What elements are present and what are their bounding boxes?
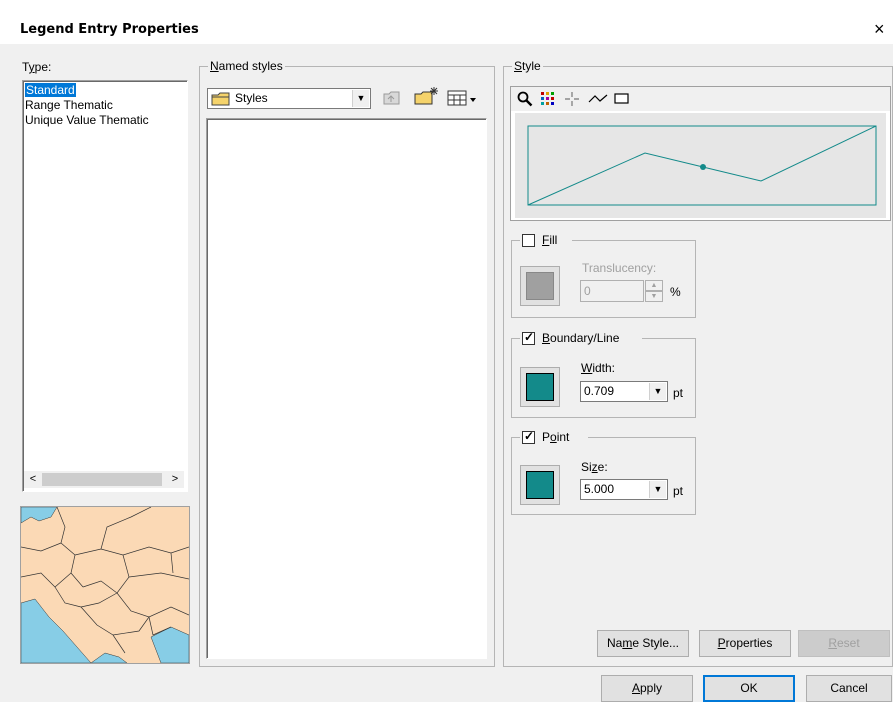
list-item-unique-value-thematic[interactable]: Unique Value Thematic — [25, 113, 149, 128]
close-icon[interactable]: × — [874, 18, 893, 40]
type-list[interactable]: Standard Range Thematic Unique Value The… — [22, 80, 188, 492]
chevron-down-icon[interactable]: ▼ — [649, 383, 666, 400]
cancel-button[interactable]: Cancel — [806, 675, 892, 702]
styles-folder-combo[interactable]: Styles ▼ — [207, 88, 371, 109]
preview-toolbar — [511, 87, 890, 111]
name-style-button[interactable]: Name Style... — [597, 630, 689, 657]
boundary-checkbox[interactable]: ✓ — [522, 330, 535, 345]
size-value: 5.000 — [584, 482, 615, 496]
style-preview-graphic — [527, 125, 877, 206]
crosshair-point-icon[interactable] — [564, 91, 580, 107]
width-combo[interactable]: 0.709 ▼ — [580, 381, 668, 402]
width-label: Width: — [581, 361, 616, 375]
style-label: Style — [512, 59, 543, 73]
view-options-icon[interactable] — [447, 90, 481, 108]
scroll-thumb[interactable] — [42, 473, 162, 486]
point-header: ✓ Point — [520, 429, 588, 445]
styles-folder-value: Styles — [235, 91, 268, 105]
width-unit: pt — [673, 386, 684, 400]
fill-color-swatch — [526, 272, 554, 300]
point-label: Point — [542, 430, 570, 444]
fill-header: Fill — [520, 232, 572, 248]
boundary-header: ✓ Boundary/Line — [520, 330, 642, 346]
size-label: Size: — [581, 460, 608, 474]
folder-up-icon[interactable] — [383, 90, 401, 106]
type-label: Type: — [22, 60, 52, 74]
reset-button[interactable]: Reset — [798, 630, 890, 657]
line-color-button[interactable] — [520, 367, 560, 407]
fill-checkbox[interactable] — [522, 234, 535, 247]
type-list-hscrollbar[interactable]: < > — [24, 471, 184, 488]
line-color-swatch — [526, 373, 554, 401]
fill-label: Fill — [542, 233, 558, 247]
folder-icon — [211, 92, 230, 106]
style-preview-panel — [510, 86, 891, 221]
properties-button[interactable]: Properties — [699, 630, 791, 657]
named-styles-label: Named styles — [208, 59, 285, 73]
chevron-down-icon[interactable]: ▼ — [352, 90, 369, 107]
point-color-swatch — [526, 471, 554, 499]
map-preview — [20, 506, 190, 664]
chevron-down-icon[interactable]: ▼ — [649, 481, 666, 498]
style-preview-canvas — [515, 113, 886, 218]
fill-color-button[interactable] — [520, 266, 560, 306]
size-unit: pt — [673, 484, 684, 498]
width-value: 0.709 — [584, 384, 615, 398]
boundary-label: Boundary/Line — [542, 331, 620, 345]
ok-button[interactable]: OK — [703, 675, 795, 702]
list-item-range-thematic[interactable]: Range Thematic — [25, 98, 113, 113]
window-title: Legend Entry Properties — [20, 22, 199, 37]
translucency-label: Translucency: — [582, 261, 657, 275]
apply-button[interactable]: Apply — [601, 675, 693, 702]
size-combo[interactable]: 5.000 ▼ — [580, 479, 668, 500]
area-style-icon[interactable] — [614, 93, 630, 105]
list-item-standard[interactable]: Standard — [25, 83, 76, 98]
map-preview-image — [21, 507, 189, 663]
scroll-right-icon[interactable]: > — [168, 471, 182, 488]
grid-color-icon[interactable] — [541, 92, 555, 106]
named-styles-list[interactable] — [206, 118, 487, 659]
line-style-icon[interactable] — [588, 92, 608, 106]
scroll-left-icon[interactable]: < — [26, 471, 40, 488]
zoom-magnifier-icon[interactable] — [517, 91, 533, 107]
translucency-input[interactable]: 0 — [580, 280, 644, 302]
translucency-unit: % — [670, 285, 681, 299]
new-folder-icon[interactable] — [413, 86, 439, 106]
point-checkbox[interactable]: ✓ — [522, 429, 535, 444]
translucency-spinner[interactable]: ▲ ▼ — [645, 280, 663, 302]
point-color-button[interactable] — [520, 465, 560, 505]
